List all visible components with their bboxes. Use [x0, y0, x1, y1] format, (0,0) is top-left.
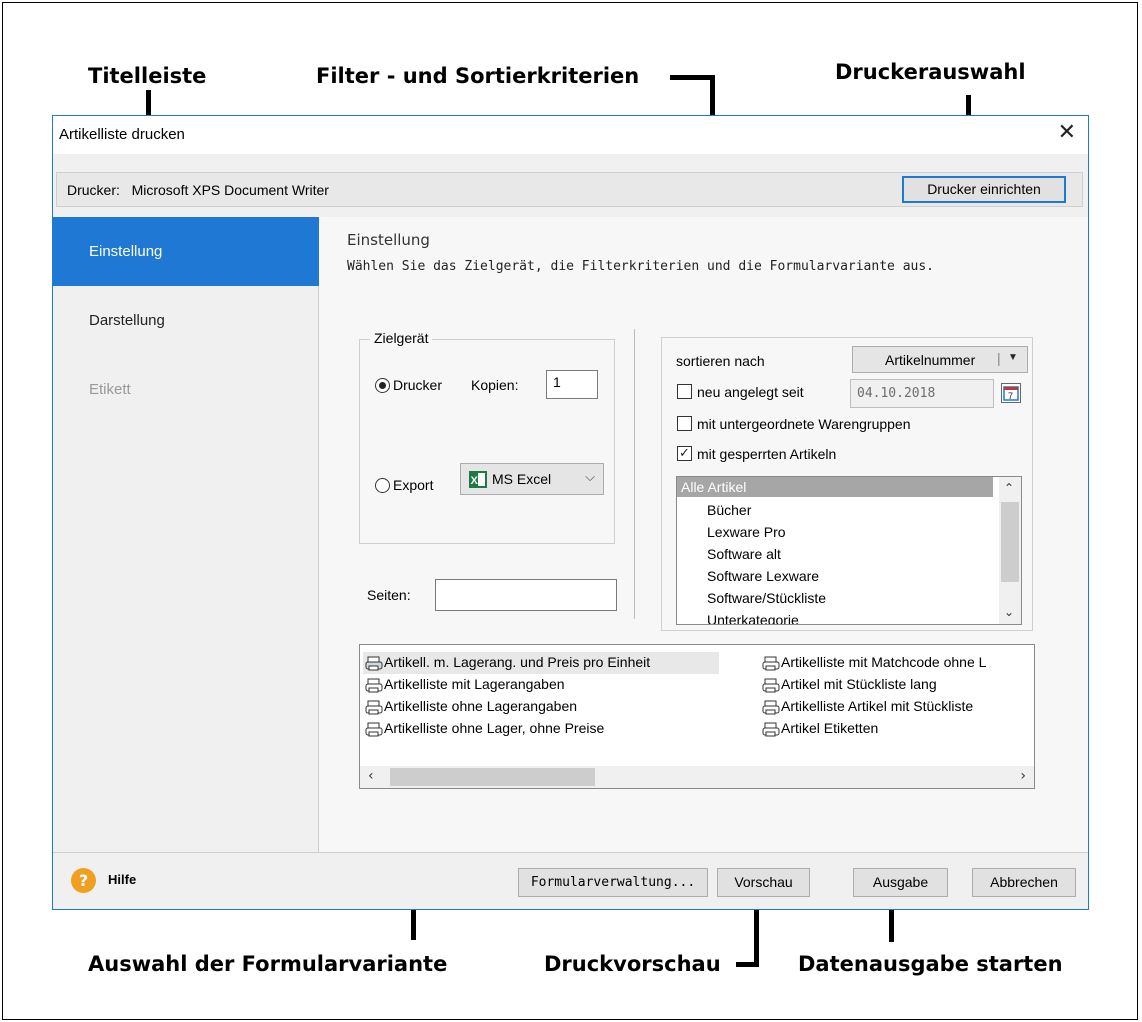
calendar-icon[interactable]: 7: [1001, 383, 1021, 403]
form-variant-list[interactable]: Artikell. m. Lagerang. und Preis pro Ein…: [359, 644, 1035, 789]
radio-drucker[interactable]: [375, 378, 390, 393]
abbrechen-button[interactable]: Abbrechen: [972, 868, 1076, 897]
drucker-radio-label: Drucker: [393, 377, 443, 393]
sort-select[interactable]: Artikelnummer | ▼: [852, 346, 1028, 373]
list-item[interactable]: Software/Stückliste: [707, 590, 826, 606]
sidebar-item-einstellung[interactable]: Einstellung: [53, 217, 319, 286]
footer: ? Hilfe Formularverwaltung... Vorschau A…: [53, 852, 1088, 909]
printer-icon: [762, 722, 780, 737]
annotation-datenausgabe: Datenausgabe starten: [798, 952, 1063, 976]
printer-icon: [762, 678, 780, 693]
vertical-separator: [634, 329, 635, 619]
seiten-label: Seiten:: [367, 587, 411, 603]
printer-icon: [365, 722, 383, 737]
form-item[interactable]: Artikell. m. Lagerang. und Preis pro Ein…: [363, 654, 650, 671]
chevron-down-icon: ▼: [1008, 352, 1018, 363]
radio-export[interactable]: [375, 478, 390, 493]
form-item[interactable]: Artikelliste Artikel mit Stückliste: [760, 698, 973, 715]
annotation-druckerauswahl: Druckerauswahl: [835, 60, 1026, 84]
date-input: 04.10.2018: [850, 379, 994, 408]
printer-icon: [762, 656, 780, 671]
scroll-thumb[interactable]: [390, 768, 595, 786]
list-item[interactable]: Lexware Pro: [707, 524, 786, 540]
help-label[interactable]: Hilfe: [108, 872, 136, 887]
form-item[interactable]: Artikelliste mit Lagerangaben: [363, 676, 565, 693]
scroll-right-icon[interactable]: ›: [1020, 768, 1026, 784]
page-subtitle: Wählen Sie das Zielgerät, die Filterkrit…: [347, 259, 934, 274]
list-item[interactable]: Bücher: [707, 502, 751, 518]
sidebar-item-darstellung[interactable]: Darstellung: [53, 286, 319, 355]
help-icon[interactable]: ?: [71, 868, 96, 893]
kopien-input[interactable]: 1: [546, 370, 598, 399]
dialog-window: Artikelliste drucken ✕ Drucker: Microsof…: [52, 115, 1089, 910]
main-content: Einstellung Wählen Sie das Zielgerät, di…: [319, 217, 1088, 852]
sort-label: sortieren nach: [676, 353, 765, 369]
printer-icon: [365, 678, 383, 693]
form-item[interactable]: Artikel mit Stückliste lang: [760, 676, 937, 693]
form-item[interactable]: Artikelliste ohne Lager, ohne Preise: [363, 720, 604, 737]
scroll-left-icon[interactable]: ‹: [368, 768, 374, 784]
window-title: Artikelliste drucken: [59, 126, 185, 143]
form-item[interactable]: Artikelliste mit Matchcode ohne L: [760, 654, 986, 671]
neu-angelegt-label: neu angelegt seit: [697, 384, 804, 400]
sidebar-item-etikett: Etikett: [89, 381, 131, 398]
pointer-filter-h: [670, 75, 715, 80]
scroll-thumb[interactable]: [1001, 502, 1019, 582]
list-item[interactable]: Software alt: [707, 546, 781, 562]
vorschau-button[interactable]: Vorschau: [717, 868, 810, 897]
excel-icon: X: [469, 471, 487, 488]
zielgeraet-group: Zielgerät Drucker Kopien: 1 Export X MS …: [359, 330, 615, 544]
warengruppen-list[interactable]: Alle Artikel Bücher Lexware Pro Software…: [676, 476, 1022, 625]
horizontal-scrollbar[interactable]: ‹ ›: [360, 766, 1034, 788]
form-item[interactable]: Artikelliste ohne Lagerangaben: [363, 698, 577, 715]
untergeordnete-label: mit untergeordnete Warengruppen: [697, 416, 911, 432]
select-divider: |: [997, 350, 1001, 366]
sort-value: Artikelnummer: [885, 352, 976, 368]
gesperrt-label: mit gesperrten Artikeln: [697, 446, 837, 462]
annotation-filter: Filter - und Sortierkriterien: [316, 64, 640, 88]
untergeordnete-checkbox[interactable]: [677, 416, 692, 431]
page-title: Einstellung: [347, 231, 430, 249]
sidebar: Einstellung Darstellung Etikett: [53, 217, 319, 852]
chevron-down-icon: ⌵: [585, 469, 595, 484]
formularverwaltung-button[interactable]: Formularverwaltung...: [518, 868, 708, 897]
annotation-titelleiste: Titelleiste: [88, 64, 207, 88]
close-icon[interactable]: ✕: [1058, 120, 1076, 145]
scroll-up-icon[interactable]: ⌃: [1004, 481, 1014, 495]
printer-setup-button[interactable]: Drucker einrichten: [902, 176, 1066, 203]
zielgeraet-title: Zielgerät: [370, 330, 433, 346]
export-format-value: MS Excel: [492, 471, 552, 487]
neu-angelegt-checkbox[interactable]: [677, 384, 692, 399]
svg-text:X: X: [471, 475, 479, 487]
svg-text:7: 7: [1008, 391, 1013, 401]
seiten-input[interactable]: [435, 579, 617, 611]
printer-icon: [365, 656, 383, 671]
kopien-label: Kopien:: [471, 377, 519, 393]
printer-bar: Drucker: Microsoft XPS Document Writer D…: [56, 172, 1083, 207]
scroll-down-icon[interactable]: ⌄: [1004, 605, 1014, 619]
annotation-formularvariante: Auswahl der Formularvariante: [88, 952, 448, 976]
printer-label: Drucker: Microsoft XPS Document Writer: [67, 182, 329, 198]
annotation-druckvorschau: Druckvorschau: [544, 952, 721, 976]
printer-name: Microsoft XPS Document Writer: [131, 182, 329, 198]
pointer-titelleiste: [146, 90, 151, 116]
form-item[interactable]: Artikel Etiketten: [760, 720, 878, 737]
filter-group: sortieren nach Artikelnummer | ▼ neu ang…: [661, 337, 1033, 631]
list-item[interactable]: Unterkategorie: [707, 612, 799, 624]
export-format-select[interactable]: X MS Excel ⌵: [460, 463, 604, 495]
title-bar: Artikelliste drucken ✕: [53, 116, 1088, 154]
gesperrt-checkbox[interactable]: ✓: [677, 446, 692, 461]
vertical-scrollbar[interactable]: ⌃ ⌄: [999, 477, 1021, 624]
printer-icon: [762, 700, 780, 715]
list-item-selected[interactable]: Alle Artikel: [677, 477, 993, 497]
list-item[interactable]: Software Lexware: [707, 568, 819, 584]
ausgabe-button[interactable]: Ausgabe: [853, 868, 948, 897]
export-radio-label: Export: [393, 477, 434, 493]
printer-icon: [365, 700, 383, 715]
